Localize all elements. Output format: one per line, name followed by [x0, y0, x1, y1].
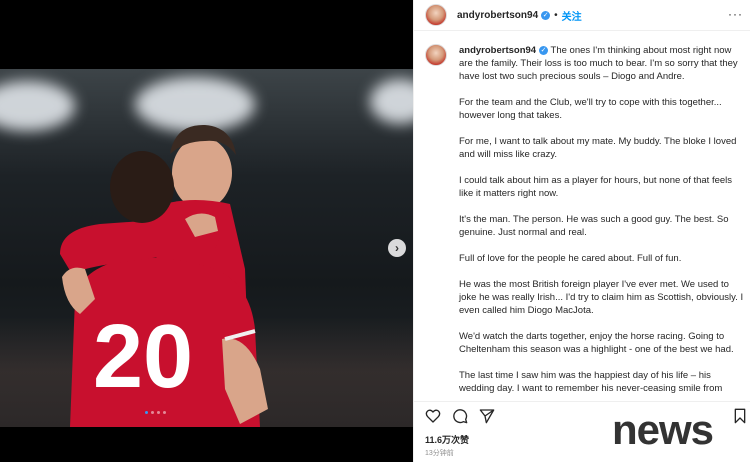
caption-paragraph: He was the most British foreign player I… — [459, 279, 744, 316]
caption-body: andyrobertson94 ✓ The ones I'm thinking a… — [459, 44, 744, 400]
header-username[interactable]: andyrobertson94 — [457, 10, 538, 21]
caption-paragraph: It's the man. The person. He was such a … — [459, 214, 729, 238]
header-separator: • — [554, 9, 558, 21]
jersey-number: 20 — [93, 307, 193, 407]
verified-icon: ✓ — [539, 45, 549, 55]
comment-icon[interactable] — [452, 408, 468, 424]
carousel-dot — [145, 411, 148, 414]
post-photo: 20 — [0, 69, 413, 427]
follow-button[interactable]: 关注 — [562, 8, 582, 23]
more-options-icon[interactable]: ··· — [728, 8, 743, 20]
post-header: andyrobertson94 ✓ • 关注 ··· — [414, 0, 750, 31]
post-panel: andyrobertson94 ✓ • 关注 ··· andyrobertson… — [413, 0, 750, 462]
avatar[interactable] — [425, 44, 447, 66]
chevron-right-icon: › — [395, 241, 399, 255]
caption-username[interactable]: andyrobertson94 — [459, 45, 536, 56]
caption-paragraph: The last time I saw him was the happiest… — [459, 370, 723, 394]
carousel-dot — [151, 411, 154, 414]
verified-icon: ✓ — [541, 10, 551, 20]
players-illustration: 20 — [60, 124, 268, 427]
carousel-dots — [145, 411, 166, 414]
caption: andyrobertson94 ✓ The ones I'm thinking a… — [414, 38, 750, 400]
caption-paragraph: Full of love for the people he cared abo… — [459, 253, 682, 264]
avatar[interactable] — [425, 4, 447, 26]
carousel-dot — [157, 411, 160, 414]
heart-icon[interactable] — [425, 408, 441, 424]
bookmark-icon[interactable] — [732, 408, 748, 424]
carousel-dot — [163, 411, 166, 414]
news-watermark: news — [612, 406, 714, 453]
post-time: 13分钟前 — [425, 450, 454, 457]
caption-paragraph: For me, I want to talk about my mate. My… — [459, 136, 737, 160]
caption-paragraph: We'd watch the darts together, enjoy the… — [459, 331, 734, 355]
likes-count[interactable]: 11.6万次赞 — [425, 433, 469, 446]
post-media: 20 › — [0, 0, 413, 462]
next-image-button[interactable]: › — [388, 239, 406, 257]
caption-paragraph: For the team and the Club, we'll try to … — [459, 97, 722, 121]
caption-paragraph: I could talk about him as a player for h… — [459, 175, 733, 199]
share-icon[interactable] — [479, 408, 495, 424]
